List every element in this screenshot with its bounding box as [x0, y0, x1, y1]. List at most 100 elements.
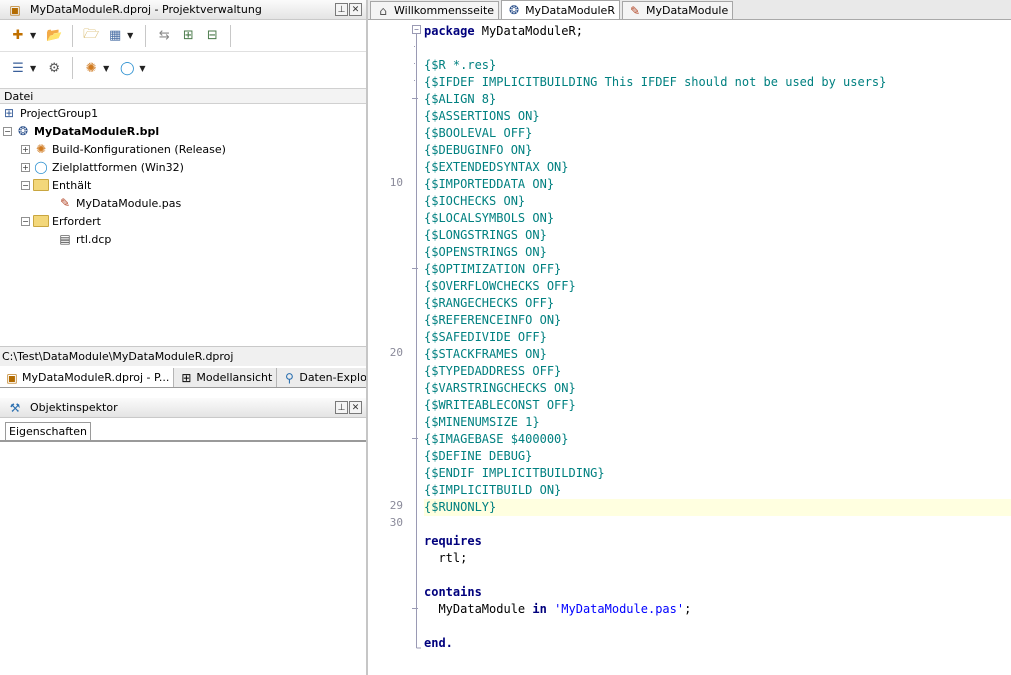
code-line: {$EXTENDEDSYNTAX ON} [424, 160, 569, 174]
code-line: {$ALIGN 8} [424, 92, 497, 106]
code-line: end. [424, 636, 453, 650]
fold-collapse-marker [412, 608, 418, 609]
toolbar-separator [230, 24, 232, 47]
build-icon[interactable]: ⚙ [44, 58, 64, 78]
tab-label: MyDataModuleR [525, 3, 615, 17]
expand-toggle-icon[interactable]: + [21, 144, 30, 154]
code-text: MyDataModuleR; [474, 24, 583, 38]
configuration-icon[interactable]: ✺ [81, 58, 101, 78]
folder-icon [33, 177, 49, 193]
tree-item-package[interactable]: − ❂ MyDataModuleR.bpl [3, 122, 159, 140]
tab-properties[interactable]: Eigenschaften [5, 422, 91, 440]
fold-collapse-marker [412, 268, 418, 269]
project-toolbar-2: ☰ ▼ ⚙ ✺ ▼ ◯ ▼ [0, 52, 366, 84]
object-inspector-titlebar: ⚒ Objektinspektor ⊥ ✕ [0, 398, 366, 418]
open-project-icon[interactable]: 🗁 [81, 26, 101, 46]
code-keyword: package [424, 24, 475, 38]
tab-label: MyDataModuleR.dproj - P... [22, 371, 170, 384]
tab-mydatamoduler[interactable]: ❂ MyDataModuleR [501, 0, 620, 19]
list-view-icon[interactable]: ☰ [8, 58, 28, 78]
platform-icon[interactable]: ◯ [117, 58, 137, 78]
tab-model-view[interactable]: ⊞ Modellansicht [174, 368, 278, 387]
code-line: {$SAFEDIVIDE OFF} [424, 330, 547, 344]
code-line: {$OPTIMIZATION OFF} [424, 262, 562, 276]
project-icon: ▣ [9, 2, 21, 17]
tab-project-manager[interactable]: ▣ MyDataModuleR.dproj - P... [0, 368, 175, 387]
object-inspector-title: Objektinspektor [30, 401, 118, 414]
tree-item-projectgroup[interactable]: ⊞ ProjectGroup1 [1, 104, 98, 122]
tree-item-mydatamodule-pas[interactable]: ✎ MyDataModule.pas [54, 194, 181, 212]
close-icon[interactable]: ✕ [349, 401, 362, 414]
package-icon: ❂ [509, 3, 520, 17]
project-path: C:\Test\DataModule\MyDataModuleR.dproj [0, 346, 366, 366]
inspector-tabs: Eigenschaften [0, 418, 366, 442]
object-inspector-icon: ⚒ [9, 400, 21, 415]
pin-icon[interactable]: ⊥ [335, 401, 348, 414]
tree-item-label: MyDataModule.pas [76, 196, 182, 210]
expand-toggle-icon[interactable]: + [21, 162, 30, 172]
code-line: {$IMAGEBASE $400000} [424, 432, 569, 446]
tree-item-label: Enthält [52, 178, 92, 192]
code-folding-gutter [412, 25, 421, 649]
dcp-file-icon: ▤ [59, 232, 71, 246]
expand-all-icon[interactable]: ⊞ [178, 26, 198, 46]
tree-item-contains[interactable]: − Enthält [21, 176, 91, 194]
open-folder-icon[interactable]: 📂 [44, 26, 64, 46]
tab-mydatamodule[interactable]: ✎ MyDataModule [621, 1, 734, 19]
folder-icon [33, 213, 49, 229]
tree-item-requires[interactable]: − Erfordert [21, 212, 101, 230]
pin-icon[interactable]: ⊥ [335, 3, 348, 16]
new-item-icon[interactable]: ✚ [8, 26, 28, 46]
line-number: 29 [389, 499, 403, 512]
model-view-icon: ⊞ [181, 370, 192, 385]
code-line: {$VARSTRINGCHECKS ON} [424, 381, 576, 395]
chevron-down-icon[interactable]: ▼ [30, 31, 36, 40]
collapse-toggle-icon[interactable]: − [3, 126, 12, 136]
collapse-toggle-icon[interactable]: − [21, 180, 30, 190]
collapse-all-icon[interactable]: ⊟ [202, 26, 222, 46]
code-line: rtl; [424, 551, 468, 565]
fold-collapse-marker [412, 438, 418, 439]
code-line: {$LONGSTRINGS ON} [424, 228, 547, 242]
sync-icon[interactable]: ⇆ [154, 26, 174, 46]
project-toolbar-1: ✚ ▼ 📂 🗁 ▦ ▼ ⇆ ⊞ ⊟ [0, 20, 366, 52]
code-line: contains [424, 585, 482, 599]
code-text: ; [684, 602, 692, 616]
tree-item-label: rtl.dcp [76, 232, 112, 246]
code-line: {$BOOLEVAL OFF} [424, 126, 533, 140]
chevron-down-icon[interactable]: ▼ [139, 64, 145, 73]
code-line: {$LOCALSYMBOLS ON} [424, 211, 555, 225]
data-explorer-icon: ⚲ [284, 370, 294, 385]
code-line: {$RANGECHECKS OFF} [424, 296, 555, 310]
code-line: package MyDataModuleR; [424, 23, 1011, 40]
code-editor: ⌂ Willkommensseite ❂ MyDataModuleR ✎ MyD… [368, 0, 1011, 675]
pascal-unit-icon: ✎ [59, 196, 71, 210]
tab-label: Modellansicht [196, 371, 273, 384]
layout-icon[interactable]: ▦ [105, 26, 125, 46]
code-line: {$ASSERTIONS ON} [424, 109, 540, 123]
chevron-down-icon[interactable]: ▼ [127, 31, 133, 40]
collapse-toggle-icon[interactable]: − [21, 216, 30, 226]
code-line: requires [424, 534, 482, 548]
tree-item-rtl-dcp[interactable]: ▤ rtl.dcp [54, 230, 111, 248]
close-icon[interactable]: ✕ [349, 3, 362, 16]
tree-item-label: Build-Konfigurationen (Release) [52, 142, 226, 156]
toolbar-separator [72, 24, 74, 47]
code-line: {$OVERFLOWCHECKS OFF} [424, 279, 576, 293]
tree-item-target-platforms[interactable]: + ◯ Zielplattformen (Win32) [21, 158, 184, 176]
chevron-down-icon[interactable]: ▼ [103, 64, 109, 73]
code-line: {$MINENUMSIZE 1} [424, 415, 540, 429]
project-manager-title: MyDataModuleR.dproj - Projektverwaltung [30, 3, 262, 16]
code-line: {$R *.res} [424, 58, 497, 72]
line-number: 30 [389, 516, 403, 529]
code-line: {$REFERENCEINFO ON} [424, 313, 562, 327]
code-line: {$ENDIF IMPLICITBUILDING} [424, 466, 605, 480]
code-line: {$OPENSTRINGS ON} [424, 245, 547, 259]
code-line: {$DEFINE DEBUG} [424, 449, 533, 463]
tree-item-build-configurations[interactable]: + ✺ Build-Konfigurationen (Release) [21, 140, 226, 158]
tab-welcome-page[interactable]: ⌂ Willkommensseite [370, 1, 500, 19]
code-line-current: {$RUNONLY} [424, 499, 1011, 516]
code-text: MyDataModule [424, 602, 533, 616]
chevron-down-icon[interactable]: ▼ [30, 64, 36, 73]
